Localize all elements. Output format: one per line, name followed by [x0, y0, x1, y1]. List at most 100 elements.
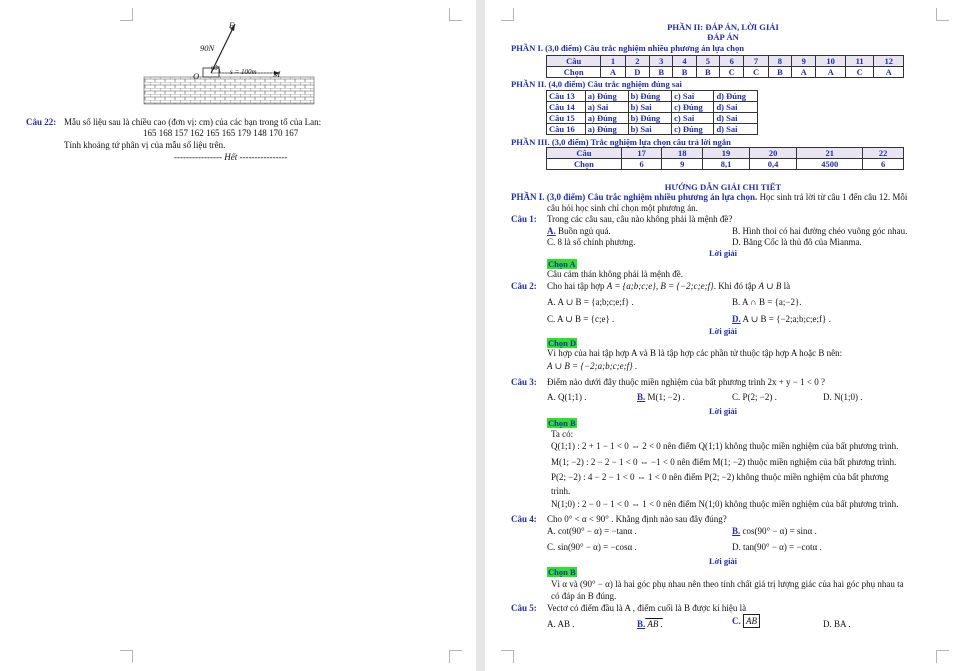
option-letter: A. — [547, 226, 556, 236]
option-text: AB — [743, 614, 760, 628]
option-text: M(1; −2) . — [645, 392, 685, 402]
table-cell: 10 — [815, 55, 846, 67]
part2-answer-table: Câu 13 a) Đúng b) Đúng c) Sai d) Đúng Câu 14… — [546, 90, 758, 135]
page-left: 90N F O 60° s = 100m M Câu 22: Mẫu số li… — [0, 0, 476, 671]
guide-title: HƯỚNG DẪN GIẢI CHI TIẾT — [664, 182, 782, 192]
question-1-number: Câu 1: — [511, 214, 537, 224]
table-cell: 2 — [624, 55, 651, 67]
table-cell: 9 — [791, 55, 817, 67]
table-cell: d) Sai — [713, 123, 758, 135]
table-cell: b) Sai — [627, 123, 673, 135]
q1-option-a: A. Buồn ngủ quá. — [547, 226, 611, 236]
q1-option-b: B. Hình thoi có hai đường chéo vuông góc… — [732, 226, 908, 236]
table-cell: A — [815, 66, 846, 78]
table-cell: 0,4 — [749, 158, 798, 170]
q3-taco: Ta có: — [551, 429, 574, 439]
table-cell: 5 — [695, 55, 721, 67]
table-cell: 4500 — [796, 158, 864, 170]
table-cell: Câu 15 — [546, 112, 586, 124]
guide-intro-text: Học sinh trả lời từ câu 1 đến câu 12. Mỗ… — [757, 192, 908, 202]
q1-chosen-answer: Chọn A — [547, 259, 577, 269]
question-22-ask: Tính khoảng tứ phân vị của mẫu số liệu t… — [64, 140, 226, 150]
option-text: AB . — [645, 619, 663, 629]
table-cell: 20 — [749, 147, 798, 159]
table-cell: B — [767, 66, 793, 78]
table-cell: a) Đúng — [584, 112, 629, 124]
table-cell: Chọn — [545, 66, 602, 78]
solution-label: Lời giải — [708, 326, 738, 336]
option-text: cos(90° − α) = sinα . — [740, 526, 817, 536]
crop-mark — [120, 8, 133, 21]
table-cell: D — [624, 66, 651, 78]
question-4-text: Cho 0° < α < 90° . Khẳng định nào sau đâ… — [547, 514, 727, 524]
q1-option-d: D. Băng Cốc là thủ đô của Mianma. — [732, 237, 862, 247]
q4-option-c: C. sin(90° − α) = −cosα . — [547, 542, 637, 552]
table-cell: C — [844, 66, 875, 78]
q5-option-b: B. AB . — [637, 619, 663, 629]
table-cell: b) Sai — [627, 101, 673, 113]
q2-solution-2: A ∪ B = {−2;a;b;c;e;f} . — [547, 361, 638, 371]
distance-label: s = 100m — [230, 68, 257, 76]
q2-solution-1: Vì hợp của hai tập hợp A và B là tập hợp… — [547, 348, 843, 358]
question-1-text: Trong các câu sau, câu nào không phải là… — [547, 214, 733, 224]
table-cell: A — [600, 66, 626, 78]
q1-solution: Câu cảm thán không phải là mệnh đề. — [547, 269, 683, 279]
table-cell: d) Sai — [713, 101, 758, 113]
table-cell: a) Đúng — [584, 90, 629, 102]
table-cell: B — [672, 66, 697, 78]
table-cell: Chọn — [546, 158, 622, 170]
q3-option-a: A. Q(1;1) . — [547, 392, 587, 402]
text: . Khi đó tập — [713, 281, 759, 291]
q4-option-d: D. tan(90° − α) = −cotα . — [732, 542, 822, 552]
q3-option-b: B. M(1; −2) . — [637, 392, 685, 402]
solution-label: Lời giải — [708, 556, 738, 566]
table-cell: b) Đúng — [627, 90, 673, 102]
q3-option-d: D. N(1;0) . — [823, 392, 863, 402]
solution-label: Lời giải — [708, 248, 738, 258]
table-cell: 9 — [661, 158, 704, 170]
math: B = {−2;c;e;f} — [660, 281, 714, 291]
table-cell: 1 — [600, 55, 626, 67]
table-cell: Câu 16 — [546, 123, 586, 135]
table-cell: d) Sai — [713, 112, 758, 124]
crop-mark — [936, 650, 949, 663]
question-3-number: Câu 3: — [511, 377, 537, 387]
table-cell: b) Đúng — [627, 112, 673, 124]
table-cell: A — [873, 66, 904, 78]
q4-chosen-answer: Chọn B — [547, 567, 577, 577]
table-cell: Câu 14 — [546, 101, 586, 113]
math: A ∪ B — [758, 281, 782, 291]
answer-title: PHẦN II: ĐÁP ÁN, LỜI GIẢI — [667, 22, 779, 32]
question-22-data: 165 168 157 162 165 165 179 148 170 167 — [143, 128, 299, 138]
text: Cho hai tập hợp — [547, 281, 607, 291]
table-cell: 6 — [620, 158, 663, 170]
q3-line-3: P(2; −2) : 4 − 2 − 1 < 0 ⇔ 1 < 0 nên điể… — [551, 472, 889, 482]
q2-option-a: A. A ∪ B = {a;b;c;e;f} . — [547, 297, 634, 307]
q5-option-a: A. AB . — [547, 619, 575, 629]
q2-option-b: B. A ∩ B = {a;−2}. — [732, 297, 802, 307]
table-cell: C — [719, 66, 745, 78]
point-o-label: O — [193, 71, 200, 81]
crop-mark — [120, 650, 133, 663]
option-text: Buồn ngủ quá. — [555, 226, 611, 236]
table-cell: a) Đúng — [584, 123, 629, 135]
table-cell: 21 — [796, 147, 864, 159]
table-cell: c) Sai — [671, 90, 715, 102]
part2-heading: PHẦN II. (4,0 điểm) Câu trắc nghiệm đúng… — [511, 79, 682, 89]
guide-intro: PHẦN I. (3,0 điểm) Câu trắc nghiệm nhiều… — [511, 192, 907, 202]
crop-mark — [501, 8, 514, 21]
q3-option-c: C. P(2; −2) . — [732, 392, 777, 402]
part3-answer-table: Câu 17 18 19 20 21 22 Chọn 6 9 8,1 0,4 4500 6 — [546, 147, 904, 170]
math: A = {a;b;c;e} — [606, 281, 656, 291]
end-marker: ---------------- Hết ---------------- — [174, 152, 288, 162]
guide-intro-bold: PHẦN I. (3,0 điểm) Câu trắc nghiệm nhiều… — [511, 192, 758, 202]
table-cell: 8,1 — [702, 158, 751, 170]
question-4-number: Câu 4: — [511, 514, 537, 524]
table-cell: 18 — [661, 147, 704, 159]
q4-solution-2: có đáp án B đúng. — [551, 591, 617, 601]
table-cell: Câu — [545, 55, 602, 67]
page-right: PHẦN II: ĐÁP ÁN, LỜI GIẢI ĐÁP ÁN PHẦN I.… — [485, 0, 961, 671]
table-cell: a) Sai — [584, 101, 629, 113]
question-22-number: Câu 22: — [26, 117, 57, 127]
q2-option-c: C. A ∪ B = {c;e} . — [547, 314, 615, 324]
